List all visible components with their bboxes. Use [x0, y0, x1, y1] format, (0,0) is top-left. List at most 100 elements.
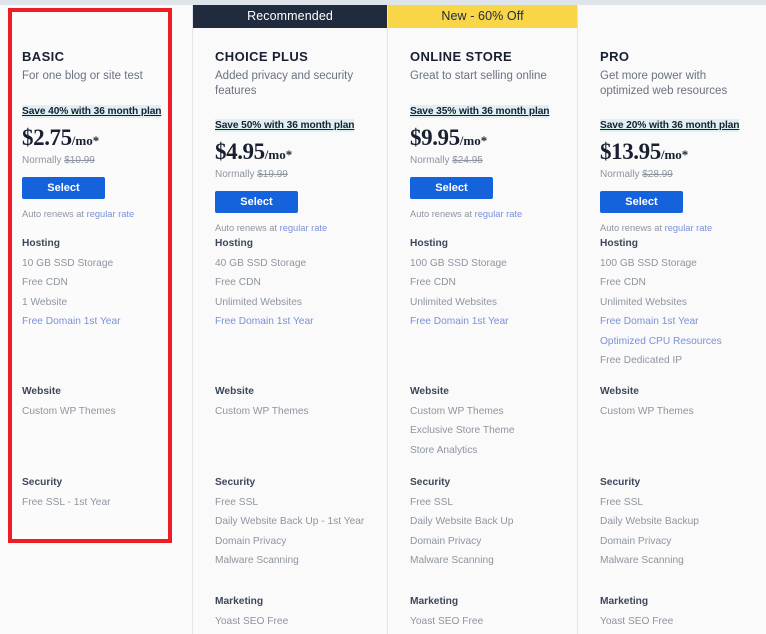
feature-item: Free CDN	[600, 277, 722, 289]
feature-group-title: Hosting	[600, 238, 722, 250]
plan-savings-link[interactable]: Save 50% with 36 month plan	[215, 119, 354, 132]
select-plan-button[interactable]: Select	[410, 177, 493, 199]
auto-renew-text: Auto renews at	[215, 223, 280, 233]
normally-label: Normally	[600, 169, 642, 180]
feature-item: Custom WP Themes	[22, 406, 116, 418]
select-plan-button[interactable]: Select	[600, 191, 683, 213]
plan-card-body: CHOICE PLUSAdded privacy and security fe…	[193, 49, 387, 234]
plan-price-period: /mo*	[460, 133, 487, 148]
feature-group-title: Website	[215, 386, 309, 398]
feature-group-hosting: Hosting100 GB SSD StorageFree CDNUnlimit…	[410, 238, 509, 328]
auto-renew-note: Auto renews at regular rate	[600, 223, 744, 234]
feature-item: 40 GB SSD Storage	[215, 258, 314, 270]
feature-item: Free CDN	[410, 277, 509, 289]
regular-rate-link[interactable]: regular rate	[665, 223, 713, 233]
feature-item: Daily Website Back Up	[410, 516, 513, 528]
regular-rate-link[interactable]: regular rate	[475, 209, 523, 219]
plan-savings-link[interactable]: Save 35% with 36 month plan	[410, 105, 549, 118]
plan-normal-price-row: Normally $19.99	[215, 169, 365, 181]
normal-price-struck: $19.99	[257, 169, 288, 180]
feature-group-website: WebsiteCustom WP ThemesExclusive Store T…	[410, 386, 515, 457]
feature-item: Free SSL	[410, 497, 513, 509]
normally-label: Normally	[215, 169, 257, 180]
feature-item[interactable]: Free Domain 1st Year	[22, 316, 121, 328]
plan-price-row: $2.75/mo*	[22, 127, 170, 152]
plan-card-online-store: New - 60% Off Hosting 100 GB SSD Storage Fr…	[387, 5, 577, 634]
auto-renew-note: Auto renews at regular rate	[22, 209, 170, 220]
feature-item: 100 GB SSD Storage	[600, 258, 722, 270]
plan-tagline: Great to start selling online	[410, 69, 550, 84]
feature-item[interactable]: Free Domain 1st Year	[600, 316, 722, 328]
normal-price-struck: $24.95	[452, 155, 483, 166]
plan-savings-link[interactable]: Save 20% with 36 month plan	[600, 119, 739, 132]
normal-price-struck: $10.99	[64, 155, 95, 166]
plan-card-choice-plus: RecommendedHosting40 GB SSD StorageFree …	[192, 5, 387, 634]
plan-price-period: /mo*	[72, 133, 99, 148]
auto-renew-text: Auto renews at	[410, 209, 475, 219]
feature-item[interactable]: Free Domain 1st Year	[410, 316, 509, 328]
plan-banner-3	[578, 5, 766, 28]
normal-price-struck: $28.99	[642, 169, 673, 180]
feature-group-security: Security Free SSL Daily Website Back Up Dom…	[410, 477, 513, 567]
feature-item: Free SSL	[215, 497, 364, 509]
feature-item: Domain Privacy	[410, 536, 513, 548]
feature-group-title: Marketing	[215, 596, 288, 608]
feature-group-title: Marketing	[410, 596, 483, 608]
plan-price-period: /mo*	[661, 147, 688, 162]
select-plan-button[interactable]: Select	[215, 191, 298, 213]
feature-item: Malware Scanning	[215, 555, 364, 567]
feature-group-security: SecurityFree SSL - 1st Year	[22, 477, 111, 509]
feature-group-title: Hosting	[410, 238, 509, 250]
feature-group-security: SecurityFree SSLDaily Website BackupDoma…	[600, 477, 699, 567]
select-plan-button[interactable]: Select	[22, 177, 105, 199]
plan-price: $2.75	[22, 125, 72, 150]
feature-group-website: Website Custom WP Themes	[215, 386, 309, 418]
plan-price-row: $9.95/mo*	[410, 127, 555, 152]
feature-group-hosting: Hosting10 GB SSD StorageFree CDN1 Websit…	[22, 238, 121, 328]
feature-item: Daily Website Back Up - 1st Year	[215, 516, 364, 528]
plan-savings-link[interactable]: Save 40% with 36 month plan	[22, 105, 161, 118]
feature-group-security: SecurityFree SSLDaily Website Back Up - …	[215, 477, 364, 567]
auto-renew-text: Auto renews at	[600, 223, 665, 233]
plan-price: $4.95	[215, 139, 265, 164]
plan-price-period: /mo*	[265, 147, 292, 162]
feature-group-title: Hosting	[22, 238, 121, 250]
feature-item: 10 GB SSD Storage	[22, 258, 121, 270]
feature-group-marketing: Marketing Yoast SEO Free	[410, 596, 483, 628]
feature-item: Domain Privacy	[600, 536, 699, 548]
plan-price: $13.95	[600, 139, 661, 164]
plan-banner-2: New - 60% Off	[388, 5, 577, 28]
plan-tagline: Added privacy and security features	[215, 69, 355, 98]
feature-item: Custom WP Themes	[600, 406, 694, 418]
auto-renew-note: Auto renews at regular rate	[215, 223, 365, 234]
feature-item: 1 Website	[22, 297, 121, 309]
plan-card-body: PROGet more power with optimized web res…	[578, 49, 766, 234]
normally-label: Normally	[410, 155, 452, 166]
feature-item: Custom WP Themes	[215, 406, 309, 418]
feature-item: Domain Privacy	[215, 536, 364, 548]
feature-item: Store Analytics	[410, 445, 515, 457]
plan-price-row: $13.95/mo*	[600, 141, 744, 166]
feature-item: 100 GB SSD Storage	[410, 258, 509, 270]
regular-rate-link[interactable]: regular rate	[280, 223, 328, 233]
plan-tagline: Get more power with optimized web resour…	[600, 69, 740, 98]
plan-card-pro: Hosting 100 GB SSD Storage Free CDN Unlimit…	[577, 5, 766, 634]
feature-item: Free SSL	[600, 497, 699, 509]
feature-item: Free CDN	[215, 277, 314, 289]
plan-card-body: ONLINE STOREGreat to start selling onlin…	[388, 49, 577, 220]
feature-group-title: Security	[410, 477, 513, 489]
plan-tagline: For one blog or site test	[22, 69, 162, 84]
feature-item: Custom WP Themes	[410, 406, 515, 418]
plan-banner-1: Recommended	[193, 5, 387, 28]
feature-group-title: Website	[600, 386, 694, 398]
feature-group-title: Security	[22, 477, 111, 489]
feature-item: Yoast SEO Free	[410, 616, 483, 628]
feature-item: Free Dedicated IP	[600, 355, 722, 367]
regular-rate-link[interactable]: regular rate	[87, 209, 135, 219]
feature-item: Unlimited Websites	[600, 297, 722, 309]
pricing-page: Hosting 10 GB SSD Storage Free CDN 1 Websit…	[0, 0, 766, 634]
feature-item[interactable]: Free Domain 1st Year	[215, 316, 314, 328]
feature-item: Daily Website Backup	[600, 516, 699, 528]
feature-item[interactable]: Optimized CPU Resources	[600, 336, 722, 348]
feature-item: Yoast SEO Free	[600, 616, 673, 628]
